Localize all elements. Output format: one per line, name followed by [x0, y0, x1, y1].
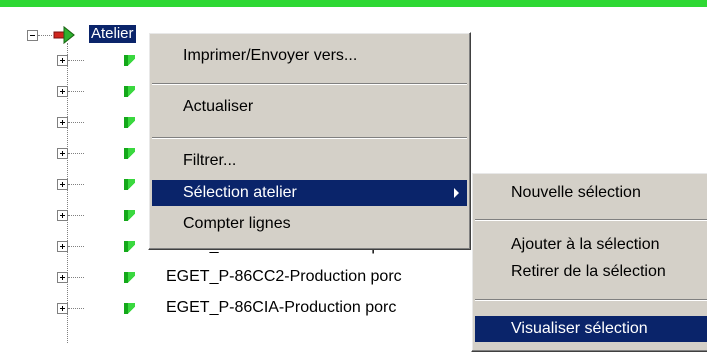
- tree-connector-line: [68, 60, 84, 61]
- tree-connector-line: [68, 246, 84, 247]
- menu-item-add-to-selection[interactable]: Ajouter à la sélection: [475, 232, 707, 258]
- expand-toggle-icon[interactable]: [57, 272, 68, 283]
- menu-separator: [152, 137, 467, 139]
- submenu-arrow-icon: [454, 188, 459, 198]
- top-accent-bar: [0, 0, 707, 7]
- expand-toggle-icon[interactable]: [57, 303, 68, 314]
- menu-item-remove-from-selection[interactable]: Retirer de la sélection: [475, 259, 707, 285]
- tree-root-label[interactable]: Atelier: [88, 24, 137, 44]
- menu-item-label: Imprimer/Envoyer vers...: [183, 47, 358, 64]
- menu-item-label: Compter lignes: [183, 215, 291, 232]
- collapse-toggle-icon[interactable]: [27, 30, 38, 41]
- menu-item-label: Ajouter à la sélection: [511, 236, 660, 253]
- menu-item-view-selection[interactable]: Visualiser sélection: [475, 316, 707, 342]
- tree-connector-line: [68, 215, 84, 216]
- tree-connector-line: [68, 153, 84, 154]
- green-flag-icon: [124, 303, 135, 314]
- expand-toggle-icon[interactable]: [57, 55, 68, 66]
- green-flag-icon: [124, 55, 135, 66]
- expand-toggle-icon[interactable]: [57, 117, 68, 128]
- tree-connector-line: [68, 122, 84, 123]
- menu-item-label: Retirer de la sélection: [511, 263, 666, 280]
- menu-item-label: Filtrer...: [183, 152, 237, 169]
- tree-connector-line: [68, 308, 84, 309]
- menu-item-label: Nouvelle sélection: [511, 184, 641, 201]
- tree-connector-line: [68, 277, 84, 278]
- menu-item-label: Visualiser sélection: [511, 320, 648, 337]
- tree-connector-line: [38, 35, 52, 36]
- green-flag-icon: [124, 86, 135, 97]
- tree-connector-line: [68, 184, 84, 185]
- green-flag-icon: [124, 148, 135, 159]
- green-flag-icon: [124, 179, 135, 190]
- menu-item-label: Actualiser: [183, 98, 254, 115]
- red-green-arrow-icon: [53, 26, 75, 44]
- tree-row-label[interactable]: EGET_P-86CC2-Production porc: [166, 268, 402, 286]
- menu-item-print-send[interactable]: Imprimer/Envoyer vers...: [152, 43, 467, 69]
- menu-item-count-lines[interactable]: Compter lignes: [152, 211, 467, 237]
- menu-separator: [152, 83, 467, 85]
- menu-separator: [475, 219, 707, 221]
- expand-toggle-icon[interactable]: [57, 148, 68, 159]
- menu-item-refresh[interactable]: Actualiser: [152, 94, 467, 120]
- tree-connector-line: [68, 91, 84, 92]
- menu-item-label: Sélection atelier: [183, 184, 297, 201]
- green-flag-icon: [124, 210, 135, 221]
- menu-separator: [475, 299, 707, 301]
- expand-toggle-icon[interactable]: [57, 179, 68, 190]
- green-flag-icon: [124, 272, 135, 283]
- green-flag-icon: [124, 241, 135, 252]
- expand-toggle-icon[interactable]: [57, 210, 68, 221]
- tree-row-label[interactable]: EGET_P-86CIA-Production porc: [166, 299, 396, 317]
- sub-menu: Nouvelle sélection Ajouter à la sélectio…: [471, 172, 707, 352]
- expand-toggle-icon[interactable]: [57, 86, 68, 97]
- menu-item-filter[interactable]: Filtrer...: [152, 148, 467, 174]
- context-menu: Imprimer/Envoyer vers... Actualiser Filt…: [148, 32, 471, 250]
- expand-toggle-icon[interactable]: [57, 241, 68, 252]
- green-flag-icon: [124, 117, 135, 128]
- menu-item-new-selection[interactable]: Nouvelle sélection: [475, 180, 707, 206]
- menu-item-workshop-selection[interactable]: Sélection atelier: [152, 180, 467, 206]
